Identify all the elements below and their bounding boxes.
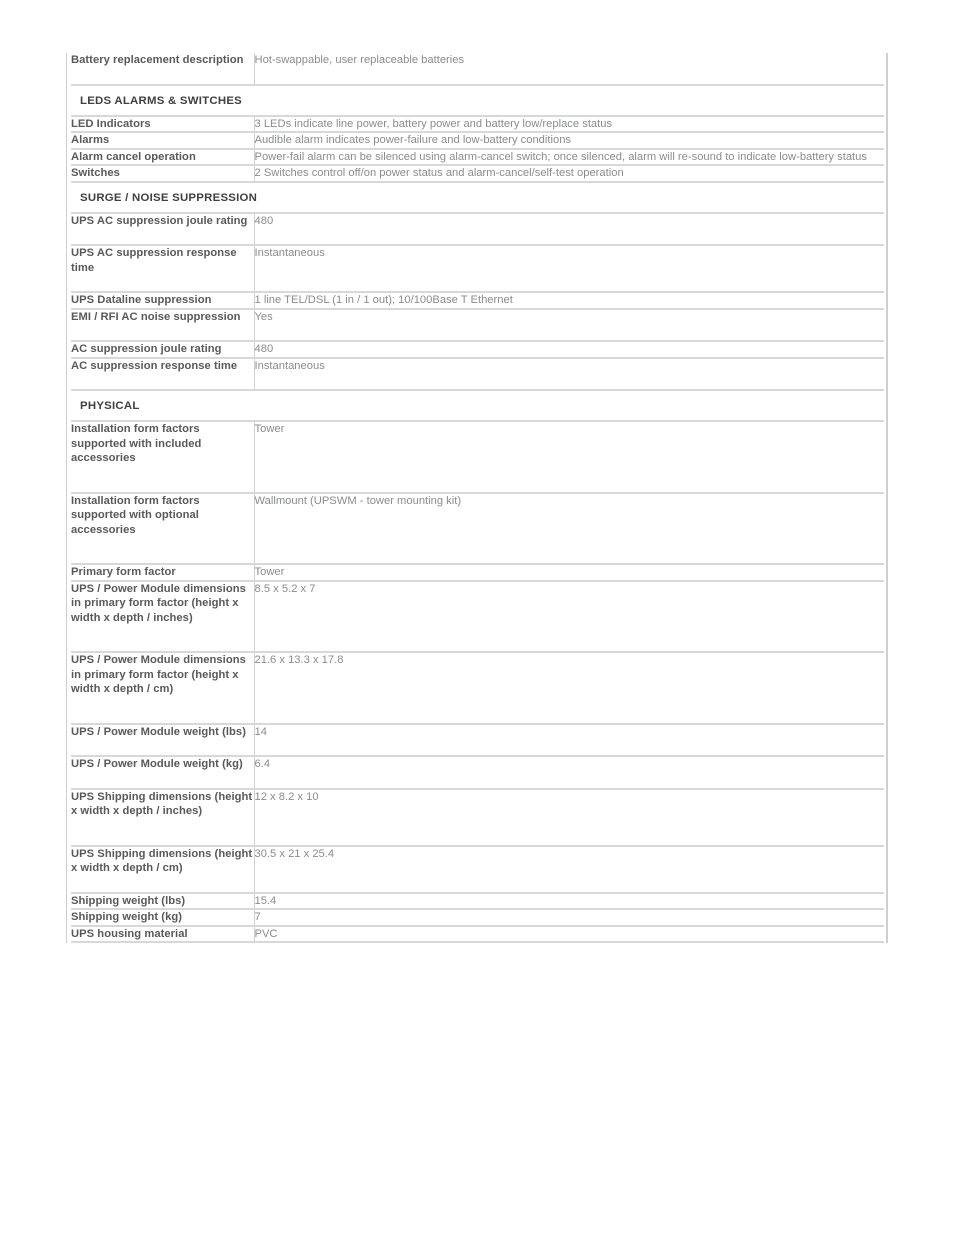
spec-label: UPS Dataline suppression bbox=[71, 292, 255, 310]
spec-value: 12 x 8.2 x 10 bbox=[254, 788, 884, 847]
spec-row: UPS AC suppression joule rating 480 bbox=[71, 212, 884, 246]
spec-value: Yes bbox=[254, 308, 884, 342]
spec-value: 2 Switches control off/on power status a… bbox=[254, 165, 884, 183]
spec-value: 8.5 x 5.2 x 7 bbox=[254, 580, 884, 653]
spec-row: UPS AC suppression response time Instanta… bbox=[71, 245, 884, 293]
spec-label: Primary form factor bbox=[71, 564, 255, 582]
spec-label: AC suppression response time bbox=[71, 357, 255, 391]
spec-row: AC suppression response time Instantaneou… bbox=[71, 357, 884, 391]
spec-row: UPS / Power Module dimensions in primary… bbox=[71, 580, 884, 653]
spec-value: Audible alarm indicates power-failure an… bbox=[254, 132, 884, 150]
spec-label: UPS / Power Module weight (lbs) bbox=[71, 723, 255, 757]
spec-label: Installation form factors supported with… bbox=[71, 492, 255, 565]
spec-value: 21.6 x 13.3 x 17.8 bbox=[254, 652, 884, 725]
spec-value: 14 bbox=[254, 723, 884, 757]
specifications-table-frame: Battery replacement description Hot-swapp… bbox=[66, 53, 888, 943]
spec-section-title: SURGE / NOISE SUPPRESSION bbox=[71, 181, 884, 214]
spec-label: Installation form factors supported with… bbox=[71, 421, 255, 494]
spec-row: EMI / RFI AC noise suppression Yes bbox=[71, 308, 884, 342]
spec-section-header-row: SURGE / NOISE SUPPRESSION bbox=[71, 181, 884, 214]
spec-label: UPS / Power Module dimensions in primary… bbox=[71, 652, 255, 725]
spec-row: UPS / Power Module weight (kg) 6.4 bbox=[71, 756, 884, 790]
spec-value: 30.5 x 21 x 25.4 bbox=[254, 845, 884, 894]
spec-row: Alarm cancel operation Power-fail alarm c… bbox=[71, 148, 884, 166]
spec-label: UPS Shipping dimensions (height x width … bbox=[71, 845, 255, 894]
spec-label: LED Indicators bbox=[71, 115, 255, 133]
spec-row: Alarms Audible alarm indicates power-fail… bbox=[71, 132, 884, 150]
spec-label: UPS housing material bbox=[71, 925, 255, 943]
spec-value: Tower bbox=[254, 421, 884, 494]
spec-section-title: LEDS ALARMS & SWITCHES bbox=[71, 84, 884, 117]
specifications-table-body: Battery replacement description Hot-swapp… bbox=[71, 53, 884, 943]
spec-value: 15.4 bbox=[254, 892, 884, 910]
spec-label: UPS / Power Module dimensions in primary… bbox=[71, 580, 255, 653]
specifications-table: Battery replacement description Hot-swapp… bbox=[71, 53, 884, 943]
spec-value: Instantaneous bbox=[254, 357, 884, 391]
spec-row: UPS Dataline suppression 1 line TEL/DSL (… bbox=[71, 292, 884, 310]
spec-row: AC suppression joule rating 480 bbox=[71, 341, 884, 359]
spec-value: 1 line TEL/DSL (1 in / 1 out); 10/100Bas… bbox=[254, 292, 884, 310]
spec-value: Instantaneous bbox=[254, 245, 884, 293]
spec-value: Hot-swappable, user replaceable batterie… bbox=[254, 53, 884, 86]
spec-value: Wallmount (UPSWM - tower mounting kit) bbox=[254, 492, 884, 565]
spec-label: UPS / Power Module weight (kg) bbox=[71, 756, 255, 790]
spec-row: UPS / Power Module dimensions in primary… bbox=[71, 652, 884, 725]
spec-value: Power-fail alarm can be silenced using a… bbox=[254, 148, 884, 166]
spec-row: Battery replacement description Hot-swapp… bbox=[71, 53, 884, 86]
spec-row: Installation form factors supported with… bbox=[71, 492, 884, 565]
spec-row: UPS Shipping dimensions (height x width … bbox=[71, 845, 884, 894]
spec-value: 480 bbox=[254, 341, 884, 359]
spec-row: Switches 2 Switches control off/on power … bbox=[71, 165, 884, 183]
spec-section-header-row: LEDS ALARMS & SWITCHES bbox=[71, 84, 884, 117]
spec-row: UPS housing material PVC bbox=[71, 925, 884, 943]
spec-section-title: PHYSICAL bbox=[71, 390, 884, 422]
spec-label: Shipping weight (kg) bbox=[71, 909, 255, 927]
spec-row: LED Indicators 3 LEDs indicate line power… bbox=[71, 115, 884, 133]
spec-label: Battery replacement description bbox=[71, 53, 255, 86]
spec-label: Alarm cancel operation bbox=[71, 148, 255, 166]
spec-value: 6.4 bbox=[254, 756, 884, 790]
spec-label: UPS Shipping dimensions (height x width … bbox=[71, 788, 255, 847]
spec-row: UPS Shipping dimensions (height x width … bbox=[71, 788, 884, 847]
spec-label: Shipping weight (lbs) bbox=[71, 892, 255, 910]
spec-label: UPS AC suppression response time bbox=[71, 245, 255, 293]
spec-row: Installation form factors supported with… bbox=[71, 421, 884, 494]
spec-value: 7 bbox=[254, 909, 884, 927]
spec-label: Alarms bbox=[71, 132, 255, 150]
spec-value: 3 LEDs indicate line power, battery powe… bbox=[254, 115, 884, 133]
spec-value: 480 bbox=[254, 212, 884, 246]
document-page: Battery replacement description Hot-swapp… bbox=[0, 0, 954, 1235]
spec-value: PVC bbox=[254, 925, 884, 943]
spec-label: AC suppression joule rating bbox=[71, 341, 255, 359]
spec-label: Switches bbox=[71, 165, 255, 183]
spec-value: Tower bbox=[254, 564, 884, 582]
spec-label: UPS AC suppression joule rating bbox=[71, 212, 255, 246]
spec-row: Shipping weight (kg) 7 bbox=[71, 909, 884, 927]
spec-row: Shipping weight (lbs) 15.4 bbox=[71, 892, 884, 910]
spec-label: EMI / RFI AC noise suppression bbox=[71, 308, 255, 342]
spec-row: Primary form factor Tower bbox=[71, 564, 884, 582]
spec-row: UPS / Power Module weight (lbs) 14 bbox=[71, 723, 884, 757]
spec-section-header-row: PHYSICAL bbox=[71, 390, 884, 422]
